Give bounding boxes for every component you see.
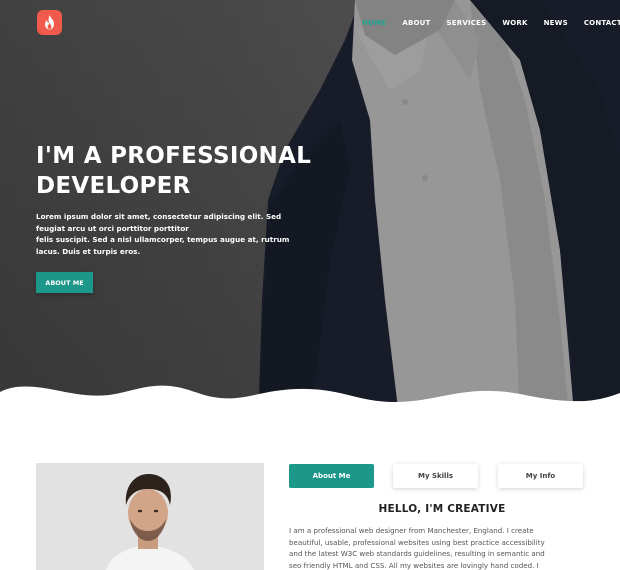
nav-home[interactable]: HOME	[362, 19, 386, 27]
about-text: I am a professional web designer from Ma…	[289, 525, 594, 570]
flame-icon	[45, 15, 54, 30]
hero-description: Lorem ipsum dolor sit amet, consectetur …	[36, 211, 311, 257]
tab-my-skills[interactable]: My Skills	[393, 464, 478, 488]
nav-contact[interactable]: CONTACT	[584, 19, 620, 27]
about-heading: HELLO, I'M CREATIVE	[378, 503, 506, 515]
about-me-button[interactable]: ABOUT ME	[36, 272, 93, 293]
about-text-line4: seo friendly HTML and CSS. All my websit…	[289, 560, 539, 570]
main-nav: HOME ABOUT SERVICES WORK NEWS CONTACT	[362, 19, 620, 27]
tab-about-me[interactable]: About Me	[289, 464, 374, 488]
hero-title-line1: I'M A PROFESSIONAL	[36, 143, 312, 169]
tab-my-info[interactable]: My Info	[498, 464, 583, 488]
hero-description-line1: Lorem ipsum dolor sit amet, consectetur …	[36, 212, 282, 221]
hero-title-line2: DEVELOPER	[36, 173, 191, 199]
hero-title: I'M A PROFESSIONAL DEVELOPER	[36, 141, 326, 201]
hero-description-line4: lacus. Duis et turpis eros.	[36, 246, 141, 256]
profile-photo	[36, 463, 264, 570]
nav-work[interactable]: WORK	[502, 19, 527, 27]
hero-description-line2: feugiat arcu ut orci porttitor porttitor	[36, 223, 189, 233]
about-text-line3: and the latest W3C web standards guideli…	[289, 549, 545, 559]
hero-description-line3: felis suscipit. Sed a nisl ullamcorper, …	[36, 235, 290, 244]
nav-about[interactable]: ABOUT	[402, 19, 430, 27]
nav-news[interactable]: NEWS	[544, 19, 568, 27]
profile-photo-image	[36, 463, 264, 570]
about-text-line1: I am a professional web designer from Ma…	[289, 526, 534, 535]
wave-divider	[0, 385, 620, 430]
logo[interactable]	[37, 10, 62, 35]
hero-section: HOME ABOUT SERVICES WORK NEWS CONTACT I'…	[0, 0, 620, 425]
nav-services[interactable]: SERVICES	[447, 19, 487, 27]
about-text-line2: beautiful, usable, professional websites…	[289, 537, 545, 547]
